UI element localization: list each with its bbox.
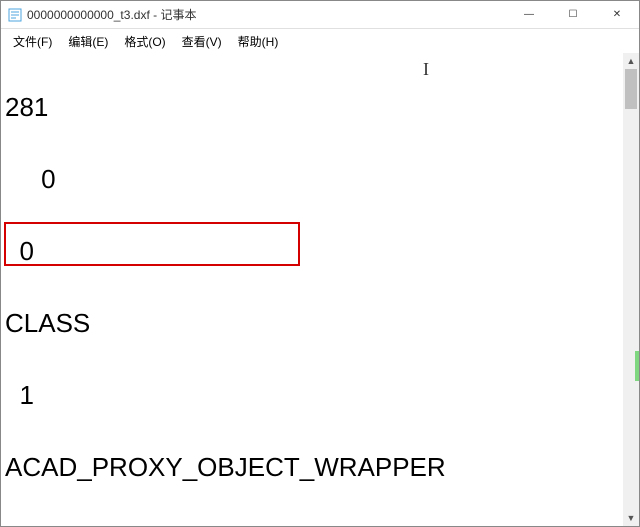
maximize-button[interactable]: ☐ (551, 1, 595, 28)
titlebar: 0000000000000_t3.dxf - 记事本 — ☐ ✕ (1, 1, 639, 29)
notepad-icon (7, 7, 23, 23)
minimize-button[interactable]: — (507, 1, 551, 28)
scroll-down-button[interactable]: ▼ (623, 510, 639, 526)
close-button[interactable]: ✕ (595, 1, 639, 28)
text-line: ACAD_PROXY_OBJECT_WRAPPER (5, 449, 639, 485)
menu-help[interactable]: 帮助(H) (230, 31, 287, 52)
text-line: 281 (5, 89, 639, 125)
text-line: 2 (5, 521, 639, 526)
text-line: CLASS (5, 305, 639, 341)
vertical-scrollbar[interactable]: ▲ ▼ (623, 53, 639, 526)
menu-format[interactable]: 格式(O) (116, 31, 173, 52)
menu-edit[interactable]: 编辑(E) (60, 31, 116, 52)
accent-indicator (635, 351, 639, 381)
menubar: 文件(F) 编辑(E) 格式(O) 查看(V) 帮助(H) (1, 29, 639, 53)
menu-view[interactable]: 查看(V) (174, 31, 230, 52)
menu-file[interactable]: 文件(F) (5, 31, 60, 52)
window-controls: — ☐ ✕ (507, 1, 639, 28)
text-line: 0 (5, 161, 639, 197)
scroll-up-button[interactable]: ▲ (623, 53, 639, 69)
scroll-thumb[interactable] (625, 69, 637, 109)
text-line: 0 (5, 233, 639, 269)
text-content[interactable]: 281 0 0 CLASS 1 ACAD_PROXY_OBJECT_WRAPPE… (1, 53, 639, 526)
text-line: 1 (5, 377, 639, 413)
text-editor-area[interactable]: 281 0 0 CLASS 1 ACAD_PROXY_OBJECT_WRAPPE… (1, 53, 639, 526)
window-title: 0000000000000_t3.dxf - 记事本 (27, 6, 507, 23)
